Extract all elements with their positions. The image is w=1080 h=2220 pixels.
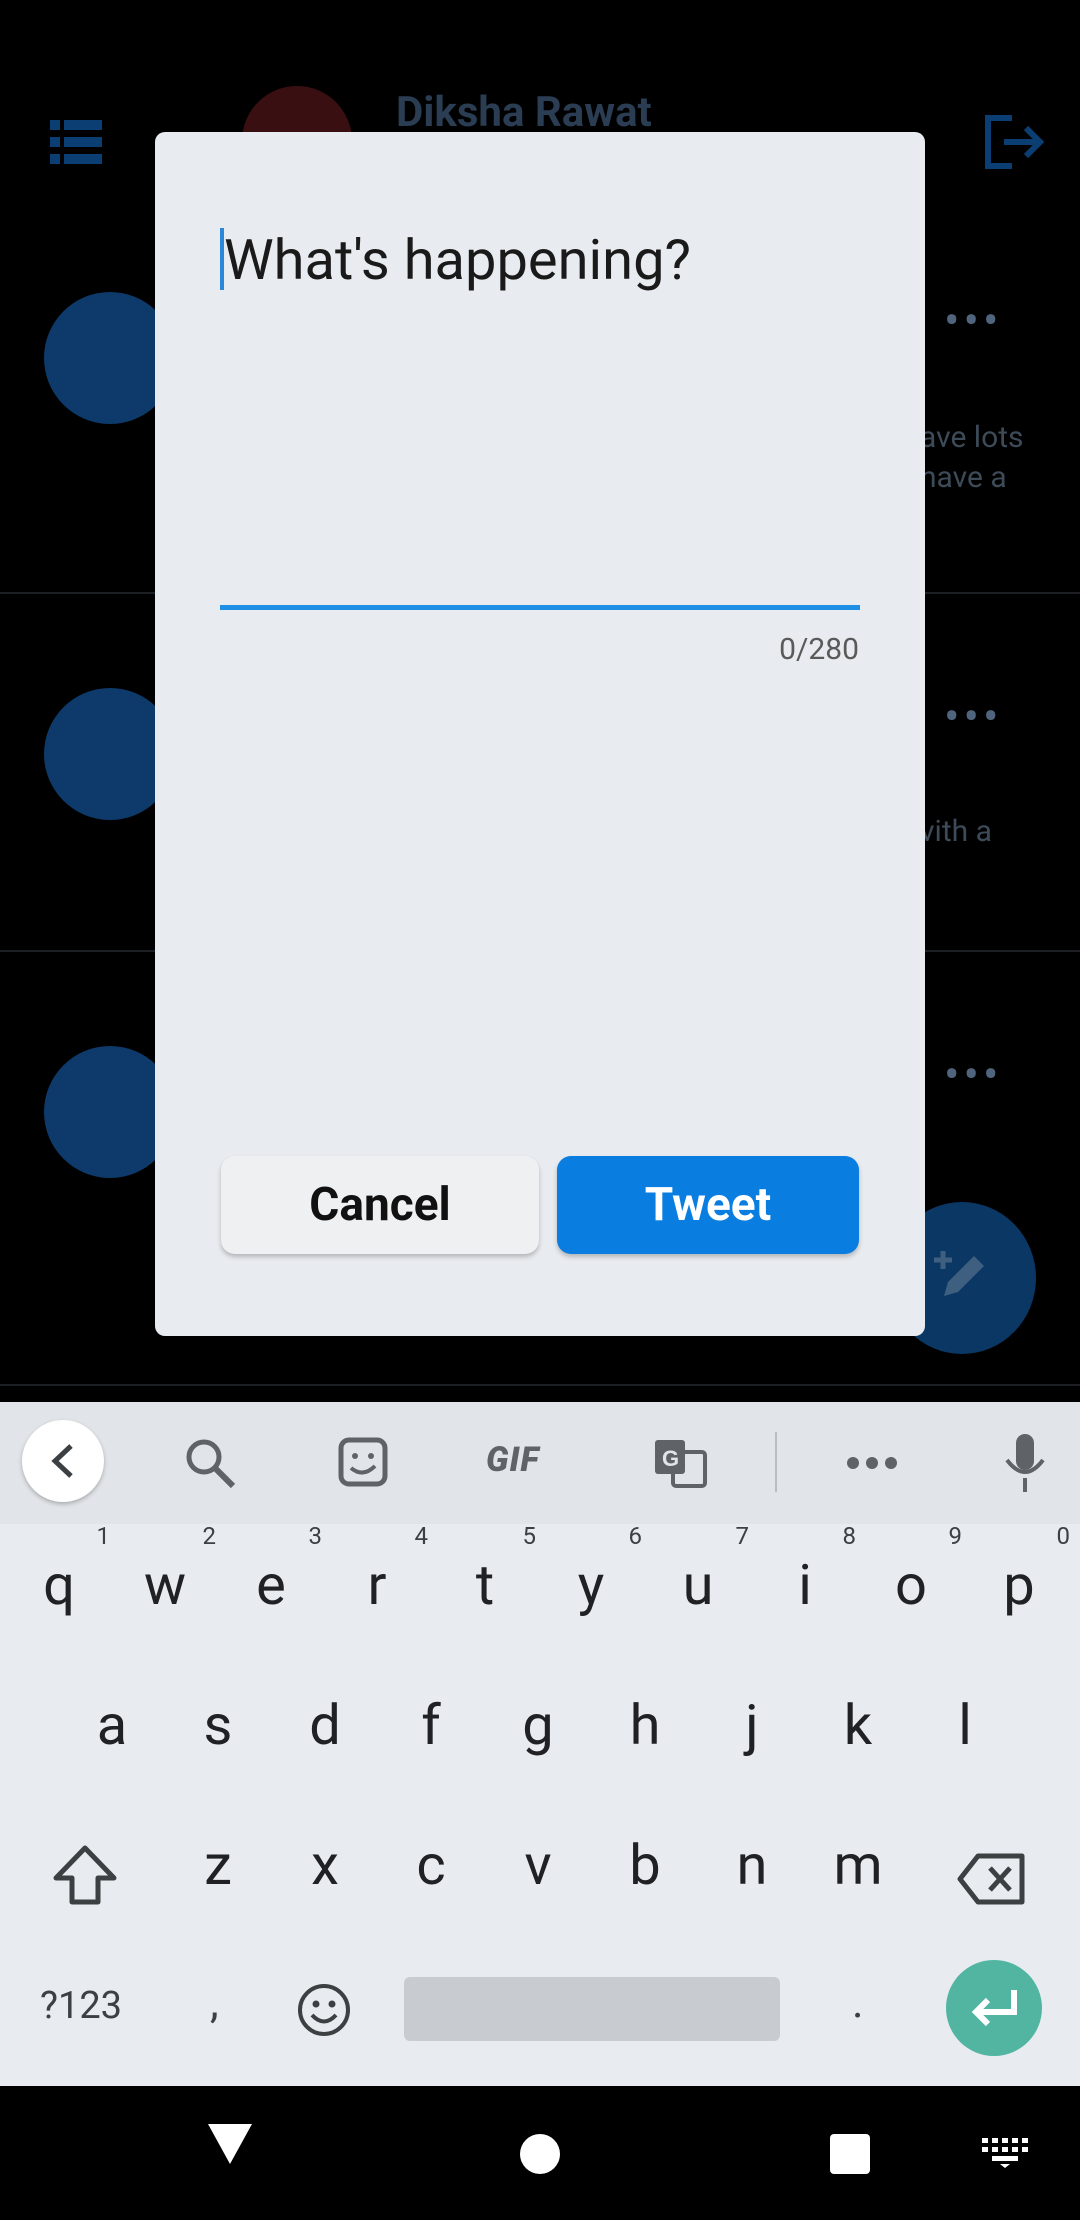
keyboard-switch-icon[interactable] [982,2138,1028,2168]
key-u[interactable]: u7 [645,1522,751,1618]
keyboard-back-button[interactable] [22,1420,104,1502]
key-z[interactable]: z [165,1832,271,1898]
character-counter: 0/280 [779,632,859,667]
key-l[interactable]: l [912,1692,1018,1758]
nav-home-icon[interactable] [520,2134,560,2174]
key-number-hint: 9 [948,1522,963,1550]
logout-icon[interactable] [982,114,1044,170]
shift-icon[interactable] [52,1844,118,1906]
keyboard-toolbar: GIF G [0,1402,1080,1524]
key-s[interactable]: s [165,1692,271,1758]
key-label: t [475,1552,495,1618]
backspace-icon[interactable] [956,1852,1028,1906]
key-h[interactable]: h [592,1692,698,1758]
nav-recents-icon[interactable] [830,2134,870,2174]
profile-username: Diksha Rawat [396,88,652,137]
period-key[interactable]: . [852,1976,864,2028]
list-menu-icon[interactable] [50,120,102,164]
key-number-hint: 7 [735,1522,750,1550]
key-number-hint: 1 [96,1522,111,1550]
key-a[interactable]: a [59,1692,165,1758]
key-j[interactable]: j [699,1692,805,1758]
input-underline [220,605,860,610]
key-r[interactable]: r4 [324,1522,430,1618]
key-label: p [1003,1552,1035,1618]
key-label: y [577,1552,605,1618]
comma-key[interactable]: , [210,1976,219,2028]
enter-key[interactable] [946,1960,1042,2056]
key-g[interactable]: g [485,1692,591,1758]
key-number-hint: 4 [414,1522,429,1550]
more-icon[interactable] [846,1456,898,1470]
more-options-icon[interactable]: ••• [944,1048,1003,1102]
compose-pen-icon [934,1251,984,1296]
compose-dialog: 0/280 Cancel Tweet [155,132,925,1336]
key-v[interactable]: v [485,1832,591,1898]
key-number-hint: 2 [202,1522,217,1550]
key-label: i [798,1552,812,1618]
system-navigation-bar [0,2086,1080,2220]
tweet-button[interactable]: Tweet [557,1156,859,1254]
feed-text: vith a [920,812,992,852]
feed-text-line: ave lots [920,420,1024,455]
soft-keyboard: GIF G q1 w2 e3 r4 t5 y6 u7 i8 o9 p0 a s … [0,1402,1080,2086]
tweet-compose-input[interactable] [220,220,864,300]
key-o[interactable]: o9 [858,1522,964,1618]
enter-arrow-icon [971,1990,1017,2027]
key-number-hint: 0 [1056,1522,1071,1550]
more-options-icon[interactable]: ••• [944,690,1003,744]
key-d[interactable]: d [272,1692,378,1758]
translate-icon[interactable]: G [653,1436,707,1490]
key-b[interactable]: b [592,1832,698,1898]
key-number-hint: 6 [628,1522,643,1550]
key-f[interactable]: f [378,1692,484,1758]
svg-text:G: G [662,1446,679,1471]
feed-text-line: vith a [920,814,992,849]
key-m[interactable]: m [805,1832,911,1898]
space-key[interactable] [404,1977,780,2041]
key-i[interactable]: i8 [752,1522,858,1618]
mic-icon[interactable] [1002,1432,1048,1494]
key-label: r [367,1552,387,1618]
feed-text: ave lots have a [920,418,1024,498]
sticker-icon[interactable] [337,1436,391,1490]
toolbar-separator [775,1432,777,1492]
key-q[interactable]: q1 [6,1522,112,1618]
nav-back-icon[interactable] [206,2122,254,2166]
key-label: u [682,1552,714,1618]
key-y[interactable]: y6 [538,1522,644,1618]
divider [0,1384,1080,1386]
key-n[interactable]: n [699,1832,805,1898]
key-e[interactable]: e3 [218,1522,324,1618]
key-label: q [43,1552,75,1618]
key-label: w [143,1552,187,1618]
key-c[interactable]: c [378,1832,484,1898]
key-w[interactable]: w2 [112,1522,218,1618]
key-k[interactable]: k [805,1692,911,1758]
chevron-left-icon [51,1444,73,1478]
key-number-hint: 3 [308,1522,323,1550]
gif-icon[interactable]: GIF [486,1440,539,1480]
key-label: e [256,1552,286,1618]
more-options-icon[interactable]: ••• [944,294,1003,348]
key-p[interactable]: p0 [966,1522,1072,1618]
key-number-hint: 5 [522,1522,537,1550]
key-label: o [895,1552,927,1618]
search-icon[interactable] [183,1436,237,1490]
key-x[interactable]: x [272,1832,378,1898]
cancel-button[interactable]: Cancel [221,1156,539,1254]
symbols-key[interactable]: ?123 [40,1984,122,2028]
text-cursor [220,228,224,290]
feed-text-line: have a [920,460,1007,495]
key-number-hint: 8 [842,1522,857,1550]
key-t[interactable]: t5 [432,1522,538,1618]
emoji-icon[interactable] [296,1982,352,2038]
